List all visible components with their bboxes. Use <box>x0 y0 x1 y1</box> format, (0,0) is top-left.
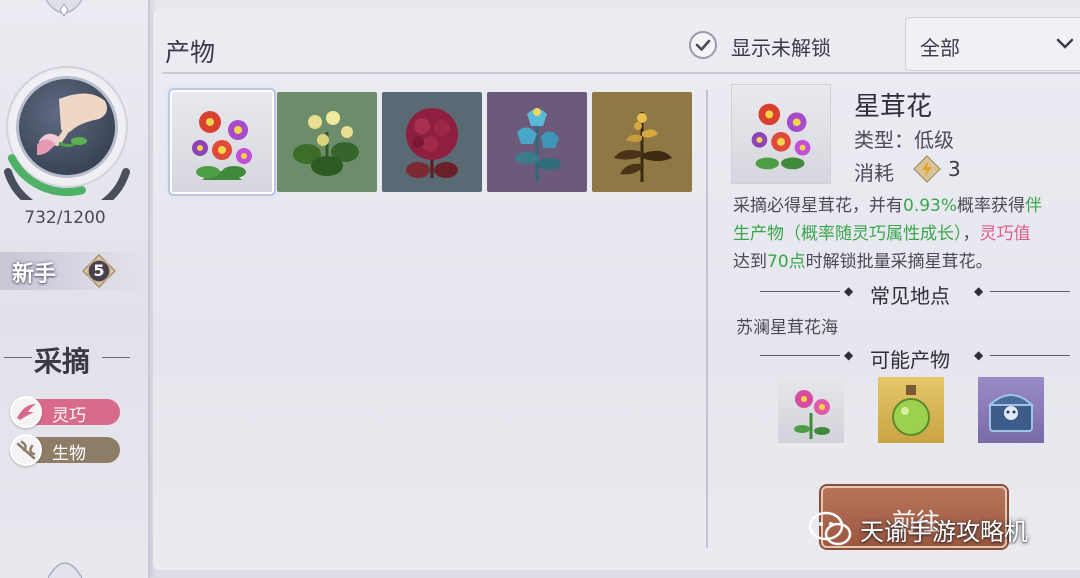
rank-level: 5 <box>93 261 105 280</box>
checkmark-icon <box>695 39 711 51</box>
outputs-divider: ◆ 可能产物 ◆ <box>760 344 1070 372</box>
header-divider <box>162 72 1080 74</box>
output-potion-item[interactable] <box>878 377 944 443</box>
red-purple-flower-icon <box>192 111 252 180</box>
yellow-flower-icon <box>293 111 359 176</box>
product-item-5[interactable] <box>592 92 692 192</box>
detail-item-type: 类型：低级 <box>854 128 954 152</box>
stamina-lightning-icon <box>913 155 941 183</box>
crimson-hydrangea-icon <box>406 108 458 178</box>
desc-highlight: 伴 <box>1025 196 1043 216</box>
desc-text: 概率获得 <box>957 196 1026 216</box>
desc-text: 时解锁批量采摘星茸花。 <box>805 252 993 272</box>
desc-highlight-rate: 0.93% <box>903 196 958 216</box>
desc-highlight-dexterity: 灵巧值 <box>979 224 1031 244</box>
section-title-text: 采摘 <box>34 345 91 378</box>
desc-highlight-threshold: 70点 <box>767 252 806 272</box>
output-flower-item[interactable] <box>778 377 844 443</box>
sidebar: 732/1200 新手 5 采摘 灵巧 生物 <box>0 0 150 578</box>
outputs-title: 可能产物 <box>870 348 950 372</box>
product-item-2[interactable] <box>277 92 377 192</box>
desc-text: 达到 <box>733 252 767 272</box>
detail-cost-label: 消耗 <box>854 161 894 185</box>
desc-text: 采摘必得星茸花，并有 <box>733 196 903 216</box>
section-gathering-title: 采摘 <box>0 338 148 378</box>
locations-title: 常见地点 <box>870 284 950 308</box>
rank-label: 新手 <box>12 262 57 287</box>
desc-text: ， <box>962 224 980 244</box>
product-item-4[interactable] <box>487 92 587 192</box>
tag-creature[interactable]: 生物 <box>10 434 120 466</box>
golden-leaf-plant-icon <box>614 112 672 182</box>
blue-bell-flower-icon <box>515 108 561 182</box>
watermark-text: 天谕手游攻略机 <box>860 518 1028 546</box>
location-entry[interactable]: 苏澜星茸花海 <box>736 313 838 338</box>
tag-label: 生物 <box>52 444 86 464</box>
rank-level-badge: 5 <box>81 253 117 289</box>
product-item-3[interactable] <box>382 92 482 192</box>
desc-highlight-byproduct: 生产物（概率随灵巧属性成长） <box>733 224 963 244</box>
locations-divider: ◆ 常见地点 ◆ <box>760 280 1070 308</box>
pink-flower-icon <box>794 390 830 439</box>
filter-value: 全部 <box>920 36 960 60</box>
product-item-1[interactable] <box>172 92 272 192</box>
creature-icon <box>10 434 42 466</box>
detail-cost-value: 3 <box>948 157 961 181</box>
ornament-icon <box>45 0 83 17</box>
red-purple-flower-icon <box>751 103 811 170</box>
watermark: 天谕手游攻略机 <box>808 508 1080 552</box>
green-potion-icon <box>892 385 930 436</box>
vertical-divider <box>706 90 708 548</box>
dexterity-icon <box>10 396 42 428</box>
ornament-icon <box>48 562 82 578</box>
panel-title: 产物 <box>165 38 216 67</box>
detail-item-name: 星茸花 <box>854 92 933 122</box>
detail-description: 采摘必得星茸花，并有0.93%概率获得伴 生产物（概率随灵巧属性成长），灵巧值 … <box>733 192 1080 276</box>
show-locked-label[interactable]: 显示未解锁 <box>731 32 831 61</box>
detail-thumbnail <box>731 84 831 184</box>
tag-label: 灵巧 <box>52 406 86 426</box>
xp-progress-arc <box>4 154 130 200</box>
treasure-chest-icon <box>987 394 1035 432</box>
filter-dropdown[interactable]: 全部 <box>905 17 1080 71</box>
chat-bubble-icon <box>808 511 852 546</box>
tag-dexterity[interactable]: 灵巧 <box>10 396 120 428</box>
output-chest-item[interactable] <box>978 377 1044 443</box>
show-locked-checkbox[interactable] <box>689 31 717 59</box>
chevron-down-icon <box>1056 38 1074 49</box>
xp-counter: 732/1200 <box>24 208 106 228</box>
